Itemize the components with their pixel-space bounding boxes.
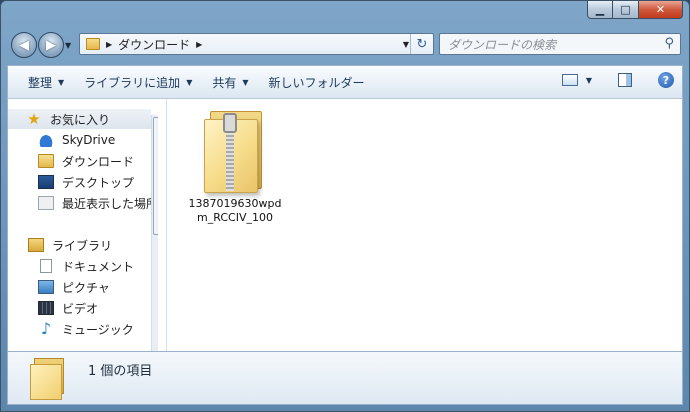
sidebar-item-label: SkyDrive: [62, 133, 116, 147]
video-icon: [38, 301, 54, 315]
sidebar-item-desktop[interactable]: デスクトップ: [38, 172, 134, 192]
maximize-button[interactable]: □: [613, 1, 639, 19]
desktop-icon: [38, 175, 54, 189]
downloads-folder-icon: [38, 154, 54, 168]
view-options-dropdown-icon[interactable]: ▼: [586, 76, 592, 85]
caption-buttons: ▁ □ ✕: [587, 1, 683, 19]
pane-splitter[interactable]: [166, 99, 167, 351]
navigation-pane: ★ お気に入り SkyDrive ダウンロード デスクトップ 最近表示した場所: [8, 99, 158, 351]
address-dropdown-icon[interactable]: ▼: [403, 40, 409, 49]
sidebar-item-label: ピクチャ: [62, 280, 110, 295]
change-view-icon[interactable]: [561, 74, 578, 86]
organize-label: 整理: [28, 75, 53, 90]
content-area: ★ お気に入り SkyDrive ダウンロード デスクトップ 最近表示した場所: [7, 99, 683, 351]
breadcrumb-item-downloads[interactable]: ダウンロード: [118, 36, 190, 53]
folder-icon: [30, 358, 64, 400]
breadcrumb: ▶ ダウンロード ▶: [106, 36, 202, 53]
sidebar-item-label: お気に入り: [50, 112, 111, 127]
document-icon: [40, 259, 52, 273]
item-count: 1 個の項目: [88, 364, 153, 379]
details-pane: 1 個の項目: [7, 351, 683, 405]
sidebar-item-recent-places[interactable]: 最近表示した場所: [38, 193, 158, 213]
toolbar-right: ▼ ?: [561, 72, 674, 88]
add-to-library-button[interactable]: ライブラリに追加 ▼: [74, 71, 202, 93]
file-name-line: 1387019630wpd: [188, 197, 282, 210]
command-bar: 整理 ▼ ライブラリに追加 ▼ 共有 ▼ 新しいフォルダー ▼ ?: [7, 65, 683, 99]
cloud-icon: [38, 133, 54, 147]
chevron-right-icon[interactable]: ▶: [196, 40, 202, 49]
refresh-button[interactable]: ↻: [410, 34, 433, 54]
add-to-library-label: ライブラリに追加: [84, 75, 181, 90]
file-name: 1387019630wpd m_RCCIV_100: [188, 197, 282, 225]
picture-icon: [38, 280, 54, 294]
sidebar-item-skydrive[interactable]: SkyDrive: [38, 130, 115, 150]
organize-button[interactable]: 整理 ▼: [18, 71, 74, 93]
sidebar-item-label: デスクトップ: [62, 175, 135, 190]
sidebar-item-music[interactable]: ♪ ミュージック: [38, 319, 134, 339]
back-button[interactable]: ◀: [11, 32, 37, 58]
star-icon: ★: [27, 110, 41, 128]
address-bar[interactable]: ▶ ダウンロード ▶ ▼ ↻: [79, 33, 434, 55]
new-folder-button[interactable]: 新しいフォルダー: [259, 71, 375, 93]
sidebar-item-label: ドキュメント: [62, 259, 135, 274]
sidebar-item-videos[interactable]: ビデオ: [38, 298, 98, 318]
chevron-down-icon: ▼: [186, 77, 193, 87]
new-folder-label: 新しいフォルダー: [268, 75, 365, 90]
chevron-down-icon: ▼: [58, 77, 65, 87]
chevron-down-icon: ▼: [242, 77, 249, 87]
sidebar-item-pictures[interactable]: ピクチャ: [38, 277, 110, 297]
sidebar-item-downloads[interactable]: ダウンロード: [38, 151, 134, 171]
sidebar-item-label: ミュージック: [62, 322, 134, 337]
sidebar-item-label: ビデオ: [62, 301, 99, 316]
recent-places-icon: [38, 196, 54, 210]
explorer-window: ▁ □ ✕ ◀ ▶ ▼ ▶ ダウンロード ▶ ▼ ↻ ダウンロードの検索 ⚲ 整…: [0, 0, 690, 412]
minimize-button[interactable]: ▁: [587, 1, 613, 19]
library-icon: [28, 238, 44, 252]
sidebar-scrollbar[interactable]: [151, 115, 158, 351]
recent-pages-dropdown-icon[interactable]: ▼: [65, 41, 73, 50]
close-button[interactable]: ✕: [639, 1, 683, 19]
sidebar-item-documents[interactable]: ドキュメント: [38, 256, 134, 276]
sidebar-item-label: ダウンロード: [62, 154, 135, 169]
share-label: 共有: [212, 75, 237, 90]
preview-pane-icon[interactable]: [618, 73, 632, 87]
music-icon: ♪: [40, 319, 52, 338]
zip-folder-icon: [204, 107, 266, 193]
file-item[interactable]: 1387019630wpd m_RCCIV_100: [188, 107, 282, 225]
sidebar-item-label: ライブラリ: [52, 238, 113, 253]
scrollbar-thumb[interactable]: [153, 117, 158, 235]
sidebar-item-favorites[interactable]: ★ お気に入り: [8, 109, 151, 129]
search-placeholder: ダウンロードの検索: [448, 37, 557, 52]
search-icon[interactable]: ⚲: [664, 36, 674, 51]
help-icon[interactable]: ?: [658, 72, 674, 88]
navigation-bar: ◀ ▶ ▼ ▶ ダウンロード ▶ ▼ ↻ ダウンロードの検索 ⚲: [1, 29, 689, 61]
sidebar-item-label: 最近表示した場所: [62, 196, 158, 211]
chevron-right-icon[interactable]: ▶: [106, 40, 112, 49]
forward-button[interactable]: ▶: [38, 32, 64, 58]
file-name-line: m_RCCIV_100: [197, 211, 273, 224]
sidebar-item-libraries[interactable]: ライブラリ: [28, 235, 112, 255]
search-box[interactable]: ダウンロードの検索 ⚲: [439, 33, 681, 55]
share-button[interactable]: 共有 ▼: [202, 71, 258, 93]
folder-icon: [86, 38, 100, 50]
